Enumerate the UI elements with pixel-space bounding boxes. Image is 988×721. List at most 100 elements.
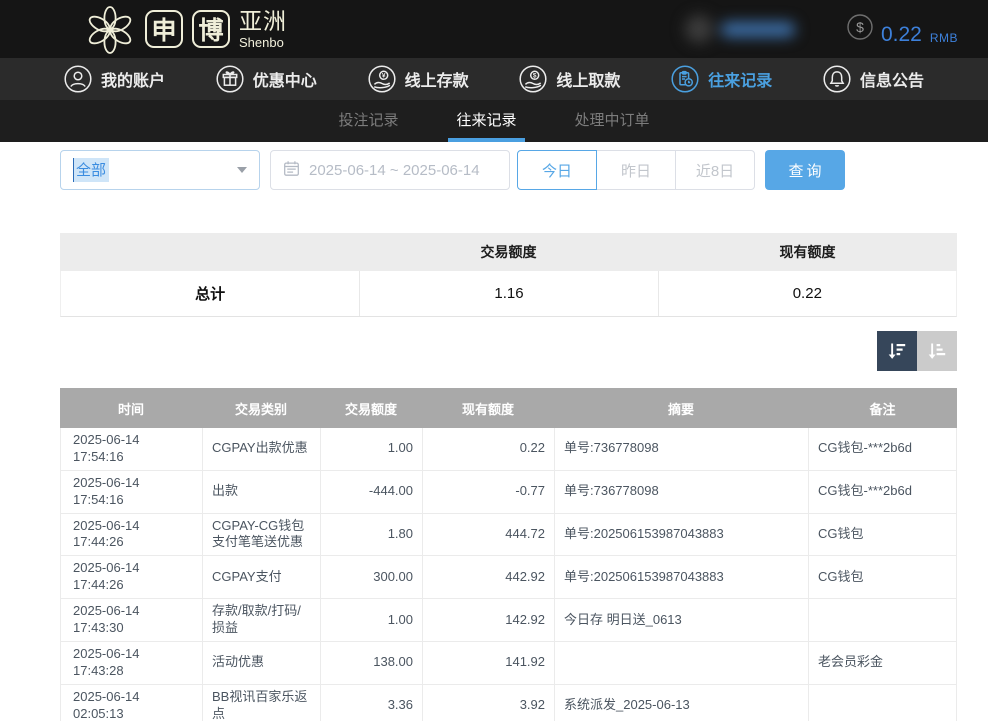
blurred-username[interactable] bbox=[685, 13, 805, 45]
column-header-time: 时间 bbox=[60, 388, 202, 428]
cell-current-amount: -0.77 bbox=[423, 471, 555, 513]
nav-label: 优惠中心 bbox=[253, 67, 317, 91]
cell-category: 出款 bbox=[203, 471, 321, 513]
cell-remark bbox=[809, 685, 958, 721]
chevron-down-icon bbox=[237, 167, 247, 173]
user-icon bbox=[64, 65, 92, 93]
cell-summary bbox=[555, 642, 809, 684]
flower-logo-icon bbox=[84, 4, 136, 54]
last-8-days-button[interactable]: 近8日 bbox=[675, 150, 755, 190]
cell-summary: 单号:202506153987043883 bbox=[555, 556, 809, 598]
nav-item-announcements[interactable]: 信息公告 bbox=[823, 65, 924, 93]
tab-processing-orders[interactable]: 处理中订单 bbox=[567, 100, 658, 142]
cell-time: 2025-06-14 02:05:13 bbox=[61, 685, 203, 721]
nav-item-promotions[interactable]: 优惠中心 bbox=[216, 65, 317, 93]
table-row: 2025-06-14 17:43:30 存款/取款/打码/损益 1.00 142… bbox=[60, 599, 957, 642]
table-row: 2025-06-14 17:43:28 活动优惠 138.00 141.92 老… bbox=[60, 642, 957, 685]
transactions-header: 时间 交易类别 交易额度 现有额度 摘要 备注 bbox=[60, 388, 957, 428]
nav-label: 我的账户 bbox=[101, 67, 165, 91]
svg-text:$: $ bbox=[856, 19, 864, 35]
search-button[interactable]: 查询 bbox=[765, 150, 845, 190]
table-row: 2025-06-14 02:05:13 BB视讯百家乐返点 3.36 3.92 … bbox=[60, 685, 957, 721]
cell-category: BB视讯百家乐返点 bbox=[203, 685, 321, 721]
cell-trade-amount: -444.00 bbox=[321, 471, 423, 513]
svg-text:¥: ¥ bbox=[381, 73, 385, 80]
column-header-category: 交易类别 bbox=[202, 388, 320, 428]
cell-summary: 今日存 明日送_0613 bbox=[555, 599, 809, 641]
nav-label: 信息公告 bbox=[860, 67, 924, 91]
cell-time: 2025-06-14 17:54:16 bbox=[61, 471, 203, 513]
logo-char-shen: 申 bbox=[145, 10, 183, 48]
svg-text:$: $ bbox=[533, 73, 537, 80]
cell-remark: CG钱包-***2b6d bbox=[809, 471, 958, 513]
bell-icon bbox=[823, 65, 851, 93]
cell-remark: CG钱包-***2b6d bbox=[809, 428, 958, 470]
summary-total-trade-amount: 1.16 bbox=[359, 271, 657, 316]
tab-transaction-records[interactable]: 往来记录 bbox=[448, 100, 524, 142]
cell-category: CGPAY-CG钱包支付笔笔送优惠 bbox=[203, 514, 321, 556]
table-row: 2025-06-14 17:54:16 CGPAY出款优惠 1.00 0.22 … bbox=[60, 428, 957, 471]
cell-current-amount: 142.92 bbox=[423, 599, 555, 641]
cell-remark: 老会员彩金 bbox=[809, 642, 958, 684]
summary-total-current-amount: 0.22 bbox=[658, 271, 956, 316]
gift-icon bbox=[216, 65, 244, 93]
summary-total-label: 总计 bbox=[61, 271, 359, 316]
site-logo[interactable]: 申 博 亚洲 Shenbo bbox=[84, 4, 287, 54]
cell-current-amount: 442.92 bbox=[423, 556, 555, 598]
cell-category: 存款/取款/打码/损益 bbox=[203, 599, 321, 641]
summary-header-current-amount: 现有额度 bbox=[658, 233, 957, 271]
today-button[interactable]: 今日 bbox=[517, 150, 597, 190]
date-range-input[interactable]: 2025-06-14 ~ 2025-06-14 bbox=[270, 150, 510, 190]
cell-time: 2025-06-14 17:44:26 bbox=[61, 514, 203, 556]
cell-trade-amount: 138.00 bbox=[321, 642, 423, 684]
top-header: 申 博 亚洲 Shenbo $ 0.22 RMB bbox=[0, 0, 988, 58]
balance-amount: 0.22 bbox=[881, 24, 922, 45]
transaction-type-select[interactable]: 全部 bbox=[60, 150, 260, 190]
deposit-hand-coin-icon: ¥ bbox=[368, 65, 396, 93]
cell-summary: 单号:736778098 bbox=[555, 428, 809, 470]
dollar-circle-icon: $ bbox=[847, 14, 873, 45]
sort-desc-icon[interactable] bbox=[877, 331, 917, 371]
tab-betting-records[interactable]: 投注记录 bbox=[330, 100, 406, 142]
sort-asc-icon[interactable] bbox=[917, 331, 957, 371]
cell-summary: 系统派发_2025-06-13 bbox=[555, 685, 809, 721]
nav-item-online-deposit[interactable]: ¥ 线上存款 bbox=[368, 65, 469, 93]
nav-item-my-account[interactable]: 我的账户 bbox=[64, 65, 165, 93]
summary-table: 交易额度 现有额度 总计 1.16 0.22 bbox=[60, 233, 957, 317]
cell-current-amount: 444.72 bbox=[423, 514, 555, 556]
logo-region-text: 亚洲 bbox=[239, 10, 287, 33]
column-header-current-amount: 现有额度 bbox=[422, 388, 554, 428]
content-area: 全部 2025-06-14 ~ 2025-06-14 今日 昨日 近8日 查询 bbox=[0, 142, 988, 721]
cell-trade-amount: 3.36 bbox=[321, 685, 423, 721]
cell-trade-amount: 1.00 bbox=[321, 428, 423, 470]
table-row: 2025-06-14 17:54:16 出款 -444.00 -0.77 单号:… bbox=[60, 471, 957, 514]
quick-range-group: 今日 昨日 近8日 bbox=[517, 150, 755, 190]
yesterday-button[interactable]: 昨日 bbox=[596, 150, 676, 190]
withdraw-hand-coin-icon: $ bbox=[519, 65, 547, 93]
nav-label: 线上取款 bbox=[556, 67, 620, 91]
nav-label: 往来记录 bbox=[708, 67, 772, 91]
table-row: 2025-06-14 17:44:26 CGPAY支付 300.00 442.9… bbox=[60, 556, 957, 599]
record-subtabs: 投注记录 往来记录 处理中订单 bbox=[0, 100, 988, 142]
table-row: 2025-06-14 17:44:26 CGPAY-CG钱包支付笔笔送优惠 1.… bbox=[60, 514, 957, 557]
logo-char-bo: 博 bbox=[192, 10, 230, 48]
cell-remark: CG钱包 bbox=[809, 514, 958, 556]
sort-controls bbox=[60, 331, 957, 371]
wallet-balance[interactable]: $ 0.22 RMB bbox=[847, 14, 958, 45]
cell-current-amount: 3.92 bbox=[423, 685, 555, 721]
records-clipboard-clock-icon bbox=[671, 65, 699, 93]
summary-header-empty bbox=[60, 233, 359, 271]
logo-subtitle: Shenbo bbox=[239, 36, 287, 49]
column-header-summary: 摘要 bbox=[554, 388, 808, 428]
cell-time: 2025-06-14 17:43:28 bbox=[61, 642, 203, 684]
cell-trade-amount: 1.00 bbox=[321, 599, 423, 641]
nav-item-online-withdrawal[interactable]: $ 线上取款 bbox=[519, 65, 620, 93]
nav-item-transaction-records[interactable]: 往来记录 bbox=[671, 65, 772, 93]
main-nav: 我的账户 优惠中心 ¥ 线上存款 bbox=[0, 58, 988, 100]
cell-category: 活动优惠 bbox=[203, 642, 321, 684]
avatar bbox=[685, 15, 713, 43]
filter-row: 全部 2025-06-14 ~ 2025-06-14 今日 昨日 近8日 查询 bbox=[60, 150, 988, 190]
cell-current-amount: 141.92 bbox=[423, 642, 555, 684]
cell-time: 2025-06-14 17:54:16 bbox=[61, 428, 203, 470]
cell-time: 2025-06-14 17:44:26 bbox=[61, 556, 203, 598]
